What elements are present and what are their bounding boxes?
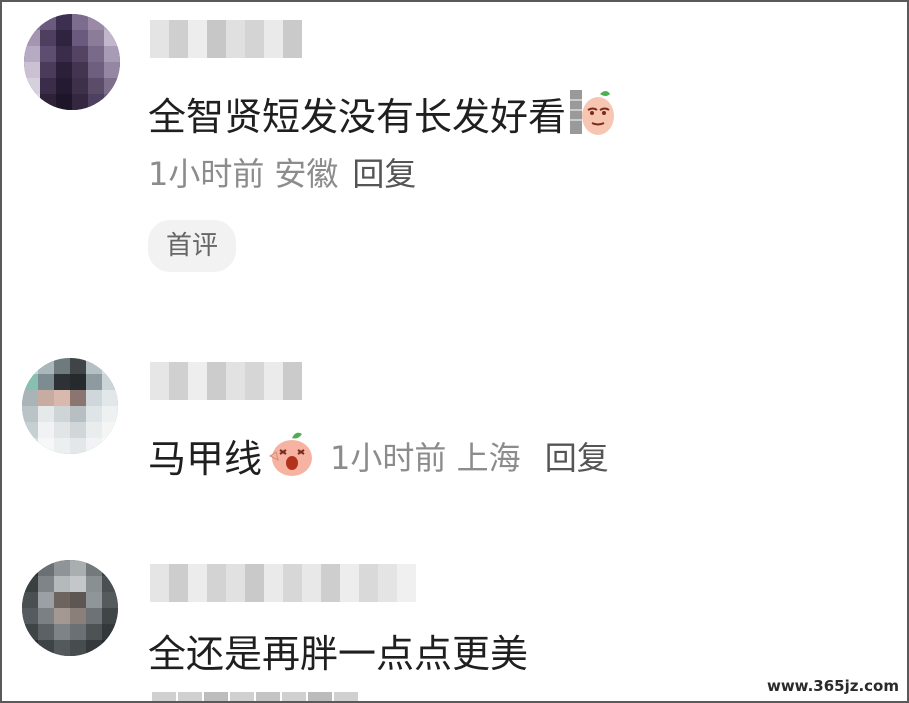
next-comment-username-partial xyxy=(152,692,358,701)
comment-time: 1小时前 xyxy=(330,438,447,477)
reply-button[interactable]: 回复 xyxy=(545,439,609,477)
comment-text: 马甲线 xyxy=(148,437,263,481)
site-watermark: www.365jz.com xyxy=(766,677,899,695)
shocked-face-emoji xyxy=(264,430,316,482)
peeking-face-emoji xyxy=(570,88,616,140)
comment-text: 全智贤短发没有长发好看 xyxy=(148,95,567,139)
comment-location: 上海 xyxy=(456,438,521,477)
username-blurred[interactable] xyxy=(150,362,302,400)
avatar[interactable] xyxy=(22,560,118,656)
reply-button[interactable]: 回复 xyxy=(352,155,416,193)
avatar[interactable] xyxy=(24,14,120,110)
first-comment-badge: 首评 xyxy=(148,220,237,272)
username-blurred[interactable] xyxy=(150,20,302,58)
comment-time: 1小时前 xyxy=(148,155,265,193)
comment-location: 安徽 xyxy=(274,155,339,193)
comment-list: 全智贤短发没有长发好看 1小时前 安徽 回复 首评 马甲线 1小时前 上海 回复… xyxy=(0,0,909,703)
username-blurred[interactable] xyxy=(150,564,416,602)
comment-meta: 1小时前 上海 回复 xyxy=(330,433,609,479)
avatar[interactable] xyxy=(22,358,118,454)
comment-meta: 1小时前 安徽 回复 xyxy=(148,154,416,194)
comment-text: 全还是再胖一点点更美 xyxy=(148,632,529,676)
